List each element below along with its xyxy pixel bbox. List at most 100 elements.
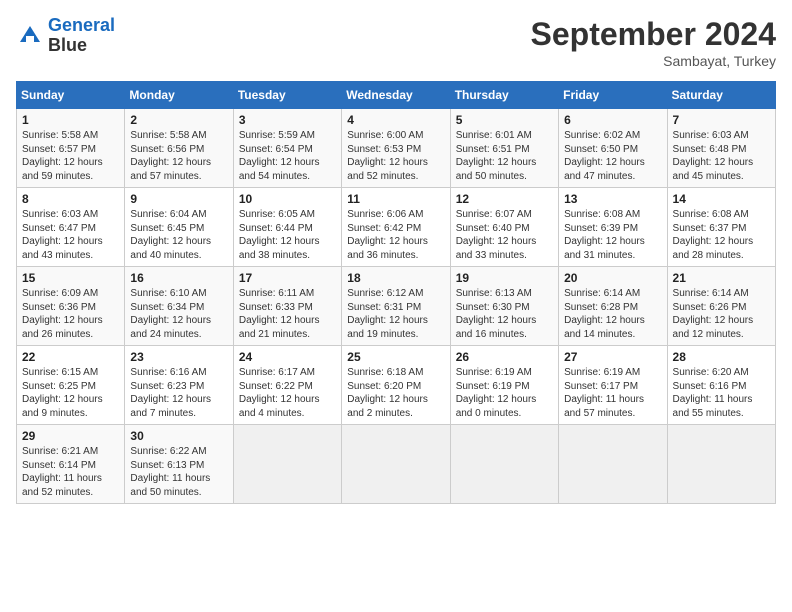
day-cell: 20 Sunrise: 6:14 AM Sunset: 6:28 PM Dayli… [559, 267, 667, 346]
day-cell: 15 Sunrise: 6:09 AM Sunset: 6:36 PM Dayli… [17, 267, 125, 346]
day-cell: 24 Sunrise: 6:17 AM Sunset: 6:22 PM Dayli… [233, 346, 341, 425]
day-number: 24 [239, 350, 336, 364]
day-cell: 9 Sunrise: 6:04 AM Sunset: 6:45 PM Daylig… [125, 188, 233, 267]
day-cell: 14 Sunrise: 6:08 AM Sunset: 6:37 PM Dayli… [667, 188, 775, 267]
day-cell: 7 Sunrise: 6:03 AM Sunset: 6:48 PM Daylig… [667, 109, 775, 188]
day-number: 27 [564, 350, 661, 364]
day-info: Sunrise: 6:17 AM Sunset: 6:22 PM Dayligh… [239, 366, 336, 420]
day-number: 13 [564, 192, 661, 206]
day-cell [342, 425, 450, 504]
day-number: 17 [239, 271, 336, 285]
week-row-2: 8Sunrise: 6:03 AM Sunset: 6:47 PM Daylig… [17, 188, 776, 267]
day-cell [233, 425, 341, 504]
day-number: 11 [347, 192, 444, 206]
day-cell: 16 Sunrise: 6:10 AM Sunset: 6:34 PM Dayli… [125, 267, 233, 346]
day-cell: 18Sunrise: 6:12 AM Sunset: 6:31 PM Dayli… [342, 267, 450, 346]
column-header-monday: Monday [125, 82, 233, 109]
day-cell: 27 Sunrise: 6:19 AM Sunset: 6:17 PM Dayli… [559, 346, 667, 425]
day-info: Sunrise: 6:10 AM Sunset: 6:34 PM Dayligh… [130, 287, 227, 341]
day-info: Sunrise: 6:13 AM Sunset: 6:30 PM Dayligh… [456, 287, 553, 341]
day-info: Sunrise: 6:14 AM Sunset: 6:26 PM Dayligh… [673, 287, 770, 341]
calendar-table: SundayMondayTuesdayWednesdayThursdayFrid… [16, 81, 776, 504]
day-cell: 26 Sunrise: 6:19 AM Sunset: 6:19 PM Dayli… [450, 346, 558, 425]
day-cell: 8Sunrise: 6:03 AM Sunset: 6:47 PM Daylig… [17, 188, 125, 267]
day-number: 10 [239, 192, 336, 206]
day-info: Sunrise: 6:14 AM Sunset: 6:28 PM Dayligh… [564, 287, 661, 341]
logo: General Blue [16, 16, 115, 56]
day-number: 3 [239, 113, 336, 127]
day-cell: 4 Sunrise: 6:00 AM Sunset: 6:53 PM Daylig… [342, 109, 450, 188]
location-subtitle: Sambayat, Turkey [531, 53, 776, 69]
day-info: Sunrise: 6:18 AM Sunset: 6:20 PM Dayligh… [347, 366, 444, 420]
day-info: Sunrise: 6:00 AM Sunset: 6:53 PM Dayligh… [347, 129, 444, 183]
day-info: Sunrise: 5:58 AM Sunset: 6:56 PM Dayligh… [130, 129, 227, 183]
day-number: 14 [673, 192, 770, 206]
day-cell [450, 425, 558, 504]
day-info: Sunrise: 6:16 AM Sunset: 6:23 PM Dayligh… [130, 366, 227, 420]
logo-text: General Blue [48, 16, 115, 56]
day-number: 9 [130, 192, 227, 206]
day-number: 30 [130, 429, 227, 443]
calendar-header-row: SundayMondayTuesdayWednesdayThursdayFrid… [17, 82, 776, 109]
day-info: Sunrise: 6:19 AM Sunset: 6:17 PM Dayligh… [564, 366, 661, 420]
day-number: 19 [456, 271, 553, 285]
day-number: 1 [22, 113, 119, 127]
week-row-4: 22Sunrise: 6:15 AM Sunset: 6:25 PM Dayli… [17, 346, 776, 425]
day-number: 2 [130, 113, 227, 127]
day-number: 18 [347, 271, 444, 285]
day-number: 22 [22, 350, 119, 364]
day-number: 16 [130, 271, 227, 285]
day-number: 29 [22, 429, 119, 443]
day-cell: 12Sunrise: 6:07 AM Sunset: 6:40 PM Dayli… [450, 188, 558, 267]
day-number: 7 [673, 113, 770, 127]
day-cell: 10Sunrise: 6:05 AM Sunset: 6:44 PM Dayli… [233, 188, 341, 267]
day-cell: 2 Sunrise: 5:58 AM Sunset: 6:56 PM Daylig… [125, 109, 233, 188]
day-cell: 6 Sunrise: 6:02 AM Sunset: 6:50 PM Daylig… [559, 109, 667, 188]
column-header-wednesday: Wednesday [342, 82, 450, 109]
day-info: Sunrise: 6:21 AM Sunset: 6:14 PM Dayligh… [22, 445, 119, 499]
day-info: Sunrise: 5:59 AM Sunset: 6:54 PM Dayligh… [239, 129, 336, 183]
day-cell: 1 Sunrise: 5:58 AM Sunset: 6:57 PM Daylig… [17, 109, 125, 188]
day-number: 28 [673, 350, 770, 364]
day-info: Sunrise: 6:02 AM Sunset: 6:50 PM Dayligh… [564, 129, 661, 183]
day-number: 25 [347, 350, 444, 364]
day-cell [559, 425, 667, 504]
day-number: 6 [564, 113, 661, 127]
day-info: Sunrise: 6:19 AM Sunset: 6:19 PM Dayligh… [456, 366, 553, 420]
day-cell: 29 Sunrise: 6:21 AM Sunset: 6:14 PM Dayli… [17, 425, 125, 504]
day-number: 5 [456, 113, 553, 127]
day-cell: 3 Sunrise: 5:59 AM Sunset: 6:54 PM Daylig… [233, 109, 341, 188]
day-cell: 30 Sunrise: 6:22 AM Sunset: 6:13 PM Dayli… [125, 425, 233, 504]
day-info: Sunrise: 6:09 AM Sunset: 6:36 PM Dayligh… [22, 287, 119, 341]
day-cell: 13 Sunrise: 6:08 AM Sunset: 6:39 PM Dayli… [559, 188, 667, 267]
day-info: Sunrise: 6:03 AM Sunset: 6:47 PM Dayligh… [22, 208, 119, 262]
month-year-title: September 2024 [531, 16, 776, 53]
column-header-saturday: Saturday [667, 82, 775, 109]
day-info: Sunrise: 6:08 AM Sunset: 6:39 PM Dayligh… [564, 208, 661, 262]
day-cell: 28 Sunrise: 6:20 AM Sunset: 6:16 PM Dayli… [667, 346, 775, 425]
day-info: Sunrise: 6:03 AM Sunset: 6:48 PM Dayligh… [673, 129, 770, 183]
day-info: Sunrise: 5:58 AM Sunset: 6:57 PM Dayligh… [22, 129, 119, 183]
week-row-1: 1 Sunrise: 5:58 AM Sunset: 6:57 PM Daylig… [17, 109, 776, 188]
day-number: 23 [130, 350, 227, 364]
column-header-sunday: Sunday [17, 82, 125, 109]
day-number: 4 [347, 113, 444, 127]
day-number: 26 [456, 350, 553, 364]
day-info: Sunrise: 6:22 AM Sunset: 6:13 PM Dayligh… [130, 445, 227, 499]
day-info: Sunrise: 6:20 AM Sunset: 6:16 PM Dayligh… [673, 366, 770, 420]
day-info: Sunrise: 6:11 AM Sunset: 6:33 PM Dayligh… [239, 287, 336, 341]
day-cell: 21Sunrise: 6:14 AM Sunset: 6:26 PM Dayli… [667, 267, 775, 346]
day-info: Sunrise: 6:06 AM Sunset: 6:42 PM Dayligh… [347, 208, 444, 262]
column-header-thursday: Thursday [450, 82, 558, 109]
day-cell: 22Sunrise: 6:15 AM Sunset: 6:25 PM Dayli… [17, 346, 125, 425]
title-block: September 2024 Sambayat, Turkey [531, 16, 776, 69]
day-cell: 19 Sunrise: 6:13 AM Sunset: 6:30 PM Dayli… [450, 267, 558, 346]
day-number: 15 [22, 271, 119, 285]
day-info: Sunrise: 6:04 AM Sunset: 6:45 PM Dayligh… [130, 208, 227, 262]
day-cell [667, 425, 775, 504]
day-info: Sunrise: 6:08 AM Sunset: 6:37 PM Dayligh… [673, 208, 770, 262]
day-info: Sunrise: 6:01 AM Sunset: 6:51 PM Dayligh… [456, 129, 553, 183]
day-number: 12 [456, 192, 553, 206]
day-number: 20 [564, 271, 661, 285]
week-row-3: 15 Sunrise: 6:09 AM Sunset: 6:36 PM Dayli… [17, 267, 776, 346]
